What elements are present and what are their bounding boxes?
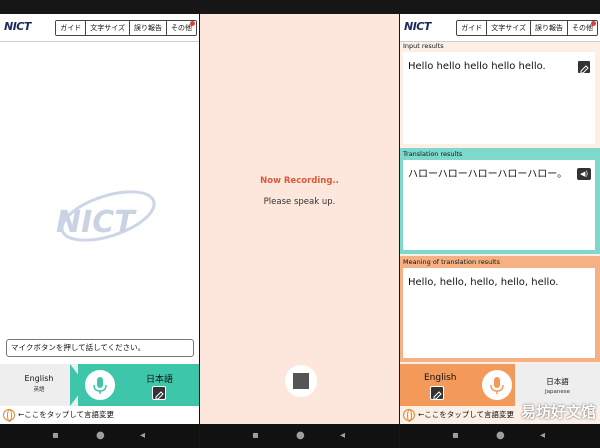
nict-watermark-text: NICT bbox=[56, 205, 137, 240]
app-header: NICT ガイド 文字サイズ 誤り報告 その他 bbox=[400, 14, 600, 42]
home-icon[interactable]: ● bbox=[296, 430, 305, 441]
menu-guide[interactable]: ガイド bbox=[56, 21, 87, 35]
back-icon[interactable]: ◂ bbox=[540, 430, 545, 441]
android-nav-bar: ▪ ● ◂ bbox=[0, 424, 199, 448]
menu-other-label: その他 bbox=[171, 24, 192, 32]
menu-error-report[interactable]: 誤り報告 bbox=[130, 21, 167, 35]
home-screen: NICT ガイド 文字サイズ 誤り報告 その他 NICT マイクボタンを押して話… bbox=[0, 14, 199, 424]
input-results-label: Input results bbox=[403, 42, 444, 50]
edit-icon[interactable] bbox=[430, 386, 444, 400]
notification-dot bbox=[190, 21, 195, 26]
android-nav-bar: ▪ ● ◂ bbox=[200, 424, 399, 448]
translation-section: Translation results ハローハローハローハローハロー。 ◀) bbox=[400, 148, 600, 254]
recent-apps-icon[interactable]: ▪ bbox=[52, 430, 59, 441]
recent-apps-icon[interactable]: ▪ bbox=[252, 430, 259, 441]
target-language-name: 日本語 bbox=[146, 375, 174, 385]
recording-status: Now Recording.. bbox=[260, 176, 339, 186]
globe-icon bbox=[3, 409, 15, 422]
microphone-button[interactable] bbox=[480, 368, 514, 402]
input-results-box: Hello hello hello hello hello. bbox=[403, 52, 595, 144]
meaning-section: Meaning of translation results Hello, he… bbox=[400, 256, 600, 362]
recording-prompt: Please speak up. bbox=[263, 197, 336, 207]
change-language-text: ←ここをタップして言語変更 bbox=[18, 410, 115, 419]
home-icon[interactable]: ● bbox=[96, 430, 105, 441]
speak-hint-bubble: マイクボタンを押して話してください。 bbox=[6, 339, 194, 357]
nict-logo: NICT bbox=[404, 20, 431, 33]
recording-screen: Now Recording.. Please speak up. bbox=[200, 14, 399, 424]
microphone-icon bbox=[93, 377, 107, 394]
menu-other-label: その他 bbox=[572, 24, 593, 32]
source-language-name: English bbox=[424, 373, 457, 383]
menu-guide[interactable]: ガイド bbox=[457, 21, 488, 35]
stop-recording-button[interactable] bbox=[285, 365, 317, 397]
nict-logo: NICT bbox=[4, 20, 31, 33]
globe-icon bbox=[403, 409, 415, 422]
results-screen: NICT ガイド 文字サイズ 誤り報告 その他 Input results He… bbox=[400, 14, 600, 424]
back-icon[interactable]: ◂ bbox=[140, 430, 145, 441]
back-icon[interactable]: ◂ bbox=[340, 430, 345, 441]
source-language-sub: 英語 bbox=[33, 387, 45, 393]
logo-text: NICT bbox=[404, 20, 431, 33]
home-icon[interactable]: ● bbox=[496, 430, 505, 441]
header-menu: ガイド 文字サイズ 誤り報告 その他 bbox=[456, 20, 598, 36]
app-header: NICT ガイド 文字サイズ 誤り報告 その他 bbox=[0, 14, 199, 42]
stop-icon bbox=[293, 373, 309, 389]
language-bar: English 英語 日本語 bbox=[0, 364, 199, 406]
logo-text: NICT bbox=[4, 20, 31, 33]
translation-results-label: Translation results bbox=[403, 150, 463, 158]
change-language-text: ←ここをタップして言語変更 bbox=[418, 410, 515, 419]
edit-icon[interactable] bbox=[577, 60, 591, 74]
change-language-hint[interactable]: ←ここをタップして言語変更 bbox=[0, 406, 199, 424]
menu-font-size[interactable]: 文字サイズ bbox=[86, 21, 130, 35]
screenshot-composite: NICT ガイド 文字サイズ 誤り報告 その他 NICT マイクボタンを押して話… bbox=[0, 0, 600, 448]
recent-apps-icon[interactable]: ▪ bbox=[452, 430, 459, 441]
source-language-button[interactable]: English 英語 bbox=[0, 364, 78, 406]
site-watermark: 易坊好文馆 bbox=[520, 403, 596, 421]
speaker-icon[interactable]: ◀) bbox=[577, 168, 591, 180]
language-bar: English 日本語 Japanese bbox=[400, 364, 600, 406]
edit-icon[interactable] bbox=[152, 386, 166, 400]
android-nav-bar: ▪ ● ◂ bbox=[400, 424, 600, 448]
menu-error-report[interactable]: 誤り報告 bbox=[531, 21, 568, 35]
target-language-name: 日本語 bbox=[546, 377, 569, 386]
meaning-results-text: Hello, hello, hello, hello, hello. bbox=[408, 277, 559, 288]
microphone-button[interactable] bbox=[83, 368, 117, 402]
microphone-icon bbox=[490, 377, 504, 394]
translation-results-text: ハローハローハローハローハロー。 bbox=[408, 169, 568, 180]
meaning-results-box: Hello, hello, hello, hello, hello. bbox=[403, 268, 595, 358]
translation-results-box: ハローハローハローハローハロー。 ◀) bbox=[403, 160, 595, 250]
notification-dot bbox=[591, 21, 596, 26]
target-language-sub: Japanese bbox=[545, 389, 570, 395]
meaning-results-label: Meaning of translation results bbox=[403, 258, 500, 266]
nict-watermark-logo: NICT bbox=[56, 190, 156, 242]
input-results-text: Hello hello hello hello hello. bbox=[408, 61, 546, 72]
header-menu: ガイド 文字サイズ 誤り報告 その他 bbox=[55, 20, 197, 36]
menu-other[interactable]: その他 bbox=[167, 21, 196, 35]
menu-other[interactable]: その他 bbox=[568, 21, 597, 35]
menu-font-size[interactable]: 文字サイズ bbox=[487, 21, 531, 35]
target-language-button[interactable]: 日本語 Japanese bbox=[515, 364, 600, 406]
source-language-name: English bbox=[24, 374, 54, 383]
